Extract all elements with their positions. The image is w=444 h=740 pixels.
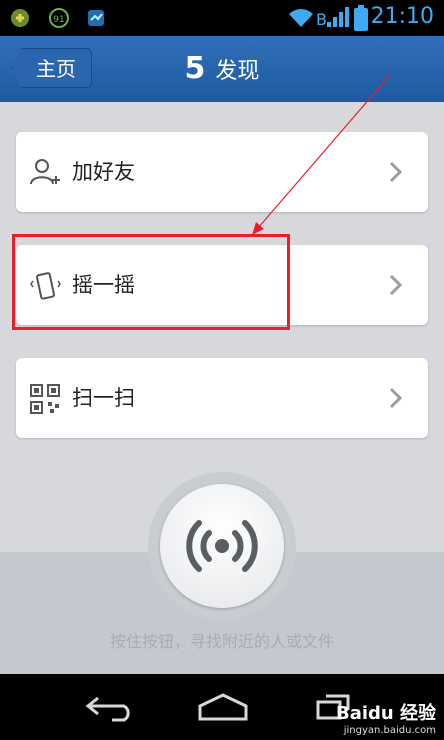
qr-scan-icon	[30, 384, 60, 414]
chevron-right-icon	[389, 387, 403, 409]
menu-item-label: 加好友	[72, 160, 135, 184]
system-nav-bar: Baidu 经验 jingyan.baidu.com	[0, 674, 444, 740]
add-friend-icon	[30, 159, 60, 185]
menu-item-add-friend[interactable]: 加好友	[16, 132, 428, 212]
back-nav-icon[interactable]	[84, 692, 138, 722]
annotation-highlight-box	[12, 234, 290, 330]
signal-icon	[327, 7, 349, 27]
clock: 21:10	[370, 4, 434, 29]
status-bar: 91 B 21:10	[0, 0, 444, 36]
app-notification-icon	[11, 9, 29, 27]
watermark-sub: jingyan.baidu.com	[343, 725, 436, 736]
wifi-icon	[289, 9, 313, 27]
battery-icon	[354, 5, 368, 31]
radar-signal-icon	[186, 520, 258, 572]
menu-item-scan[interactable]: 扫一扫	[16, 358, 428, 438]
shake-button[interactable]	[160, 484, 284, 608]
watermark-main: Baidu 经验	[335, 703, 436, 724]
chevron-right-icon	[389, 274, 403, 296]
back-button[interactable]: 主页	[12, 48, 92, 88]
title-number: 5	[184, 51, 206, 86]
download-notification-icon	[88, 10, 104, 26]
home-nav-icon[interactable]	[196, 692, 250, 722]
title-text: 发现	[215, 59, 260, 84]
security-badge-icon: 91	[49, 8, 69, 28]
shake-hint-text: 按住按钮，寻找附近的人或文件	[109, 632, 334, 651]
menu-item-label: 扫一扫	[72, 386, 135, 410]
svg-text:91: 91	[53, 15, 64, 25]
watermark: Baidu 经验 jingyan.baidu.com	[336, 699, 436, 736]
chevron-right-icon	[389, 161, 403, 183]
title-bar: 5 发现 主页	[0, 36, 444, 102]
